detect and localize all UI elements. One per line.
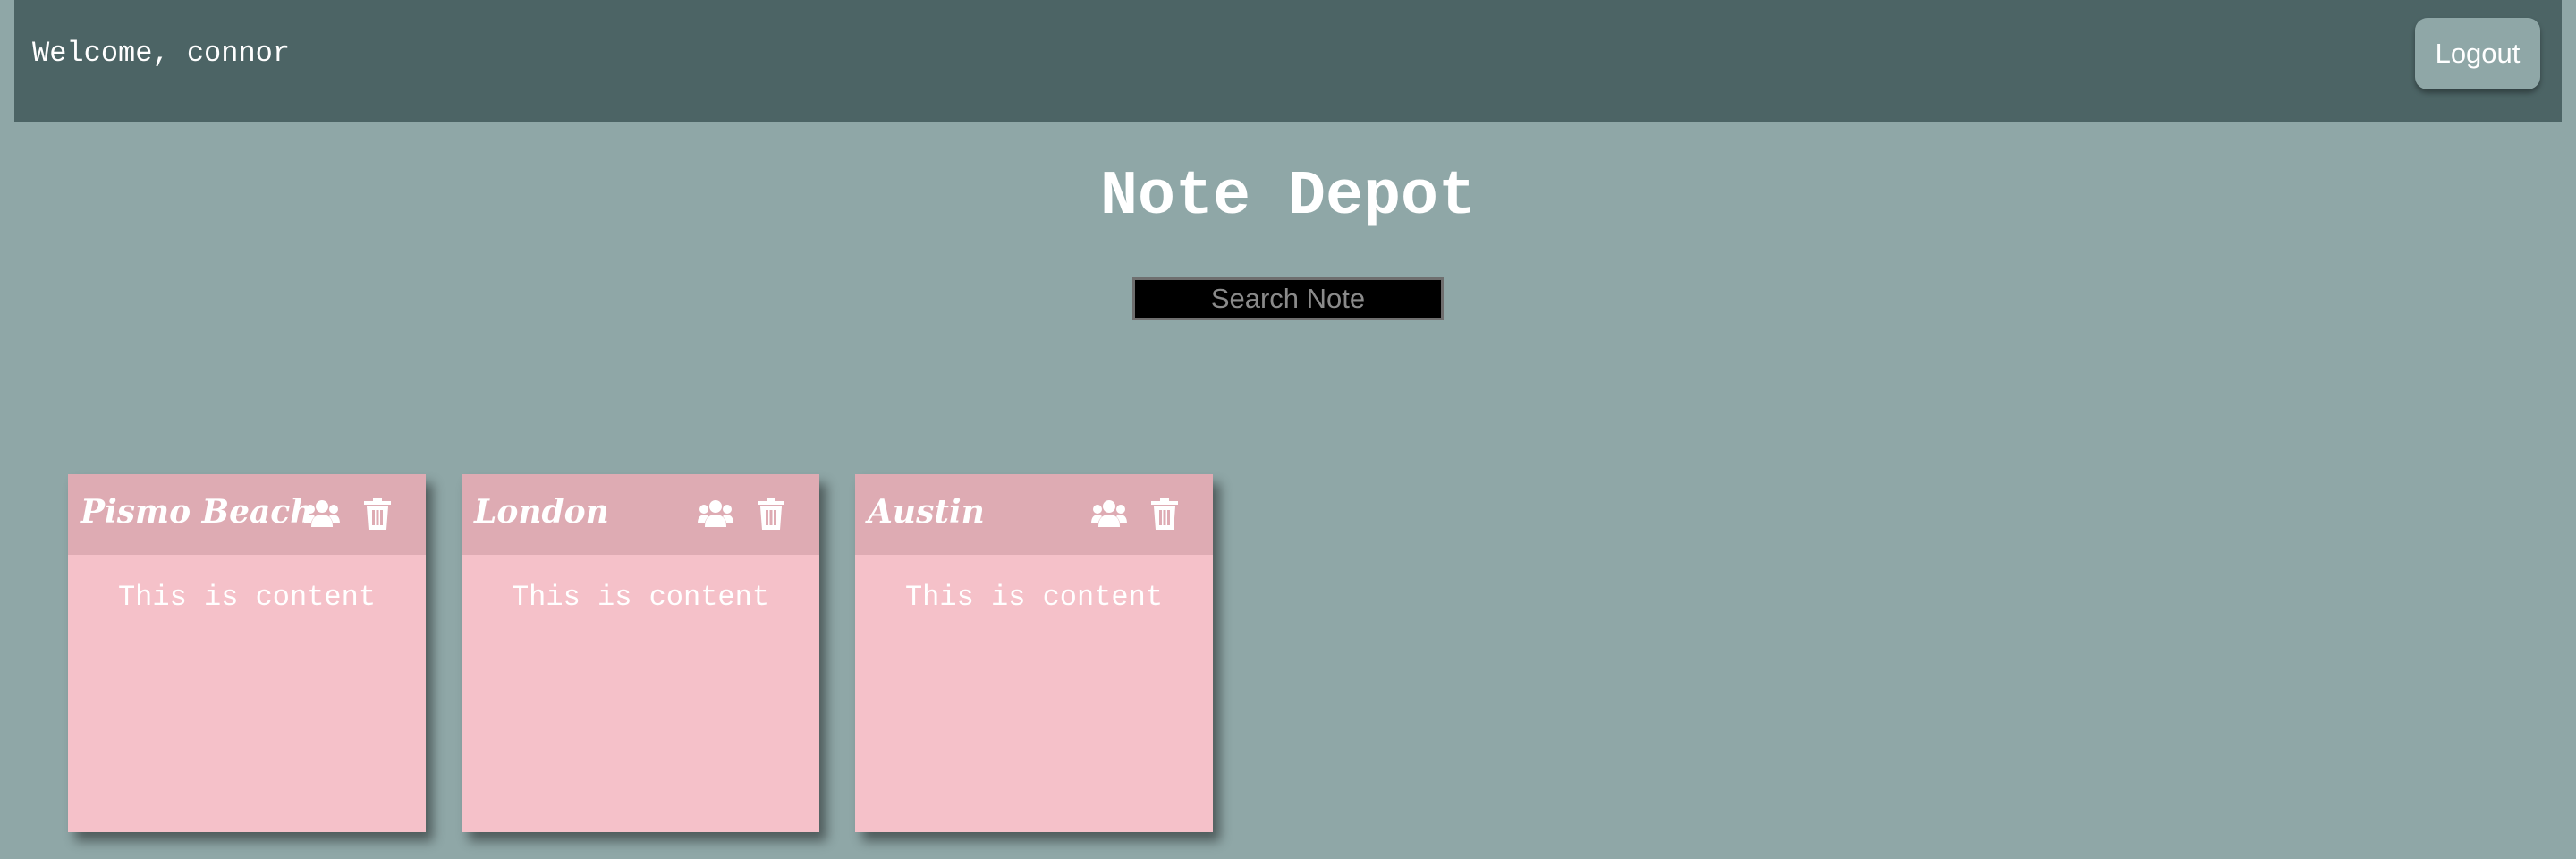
note-header: Austin: [855, 474, 1213, 555]
note-content[interactable]: This is content: [68, 580, 426, 616]
welcome-message: Welcome, connor: [32, 37, 291, 70]
users-icon[interactable]: [1089, 494, 1129, 533]
note-title: Austin: [868, 493, 985, 531]
logout-button[interactable]: Logout: [2415, 18, 2540, 89]
trash-icon[interactable]: [358, 494, 397, 533]
note-content[interactable]: This is content: [462, 580, 819, 616]
top-bar: Welcome, connor Logout: [14, 0, 2562, 122]
search-input[interactable]: [1132, 277, 1444, 320]
users-icon[interactable]: [302, 494, 342, 533]
note-card: Austin This is content: [855, 474, 1213, 832]
note-header: Pismo Beach: [68, 474, 426, 555]
users-icon[interactable]: [696, 494, 735, 533]
note-title: London: [474, 493, 609, 531]
trash-icon[interactable]: [751, 494, 791, 533]
note-content[interactable]: This is content: [855, 580, 1213, 616]
note-header: London: [462, 474, 819, 555]
page-title: Note Depot: [1099, 162, 1477, 233]
trash-icon[interactable]: [1145, 494, 1184, 533]
note-card: London This is content: [462, 474, 819, 832]
note-card: Pismo Beach This is content: [68, 474, 426, 832]
note-title: Pismo Beach: [80, 493, 314, 531]
